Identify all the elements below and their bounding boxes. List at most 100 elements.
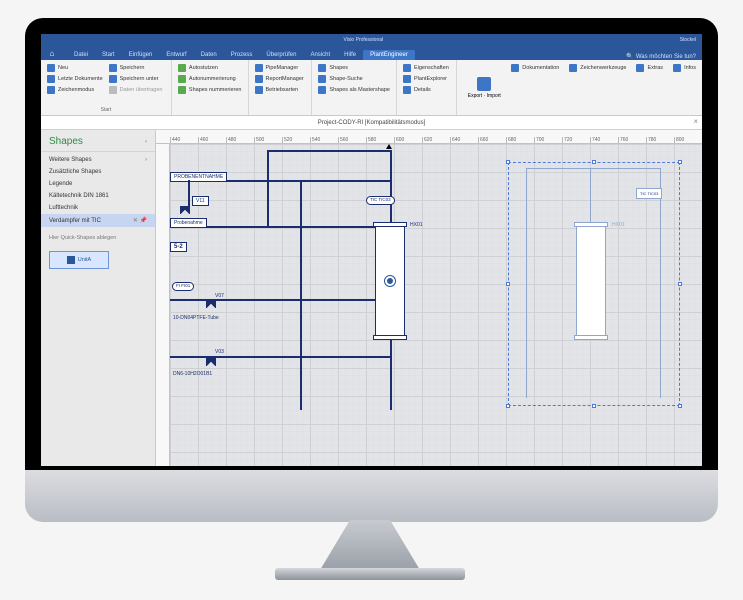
btn-letzte-dokumente[interactable]: Letzte Dokumente [47, 74, 103, 84]
btn-reportmanager[interactable]: ReportManager [255, 74, 304, 84]
btn-autostutzen[interactable]: Autostutzen [178, 63, 242, 73]
btn-plantexplorer[interactable]: PlantExplorer [403, 74, 449, 84]
btn-speichern[interactable]: Speichern [109, 63, 163, 73]
drawing-canvas[interactable]: PROBENENTNAHME V11 Probenahme 5-2 FI FI0… [170, 144, 702, 466]
pipe-line[interactable] [170, 356, 390, 358]
title-user: Stockel [680, 37, 696, 43]
valve-icon[interactable] [206, 300, 216, 308]
selection-handle[interactable] [592, 404, 596, 408]
group-label-start: Start [47, 107, 165, 113]
selection-handle[interactable] [592, 160, 596, 164]
ribbon-group-export: Export · Import Dokumentation Zeichenwer… [457, 60, 702, 115]
tab-start[interactable]: Start [95, 50, 122, 60]
tell-me-search[interactable]: 🔍 Was möchten Sie tun? [626, 53, 696, 60]
tab-entwurf[interactable]: Entwurf [159, 50, 193, 60]
valve-icon[interactable] [206, 358, 216, 366]
file-button-icon[interactable]: ⌂ [45, 46, 59, 60]
export-icon [477, 77, 491, 91]
btn-shapes-als-mastershape[interactable]: Shapes als Mastershape [318, 85, 390, 95]
instrument-tag-tic[interactable]: TIC TIC03 [366, 196, 395, 205]
tab-ueberpruefen[interactable]: Überprüfen [259, 50, 303, 60]
btn-export-import[interactable]: Export · Import [463, 63, 505, 113]
tab-ansicht[interactable]: Ansicht [303, 50, 337, 60]
label-hx01: HX01 [410, 222, 423, 228]
selection-handle[interactable] [678, 282, 682, 286]
btn-zeichenwerkzeuge[interactable]: Zeichenwerkzeuge [569, 63, 626, 73]
quick-shape-unita[interactable]: UnitA [49, 251, 109, 269]
btn-speichern-unter[interactable]: Speichern unter [109, 74, 163, 84]
instrument-tag-tic-selected[interactable]: TIC TIC03 [636, 188, 662, 199]
ribbon: Neu Letzte Dokumente Zeichenmodus Speich… [41, 60, 702, 116]
label-hx01-instance: HX01 [612, 222, 625, 228]
btn-autonummerierung[interactable]: Autonummerierung [178, 74, 242, 84]
stencil-lufttechnik[interactable]: Lufttechnik [41, 202, 155, 214]
btn-dokumentation[interactable]: Dokumentation [511, 63, 559, 73]
btn-zeichenmodus[interactable]: Zeichenmodus [47, 85, 103, 95]
btn-shapes-nummerieren[interactable]: Shapes nummerieren [178, 85, 242, 95]
screen: Visio Professional Stockel ⌂ Datei Start… [41, 34, 702, 466]
label-probenahme[interactable]: Probenahme [170, 218, 207, 228]
monitor-stand [320, 520, 420, 570]
btn-neu[interactable]: Neu [47, 63, 103, 73]
instrument-tag-fi[interactable]: FI FI01 [172, 282, 194, 291]
pipe-line[interactable] [590, 168, 591, 226]
pipe-line[interactable] [300, 180, 302, 410]
label-v03[interactable]: V03 [212, 348, 227, 356]
btn-shapes[interactable]: Shapes [318, 63, 390, 73]
stencil-verdampfer-mit-tic[interactable]: Verdampfer mit TIC✕ 📌 [41, 214, 155, 227]
btn-infos[interactable]: Infos [673, 63, 696, 73]
valve-icon[interactable] [180, 206, 190, 214]
selection-handle[interactable] [506, 160, 510, 164]
pin-icon[interactable]: ✕ 📌 [133, 217, 147, 224]
tab-einfuegen[interactable]: Einfügen [122, 50, 160, 60]
btn-eigenschaften[interactable]: Eigenschaften [403, 63, 449, 73]
pipe-line[interactable] [267, 150, 391, 152]
btn-shape-suche[interactable]: Shape-Suche [318, 74, 390, 84]
pipe-line[interactable] [526, 168, 527, 398]
ribbon-group-eigenschaften: Eigenschaften PlantExplorer Details [397, 60, 457, 115]
tab-datei[interactable]: Datei [67, 50, 95, 60]
pipe-line[interactable] [267, 150, 269, 226]
btn-betriebsarten[interactable]: Betriebsarten [255, 85, 304, 95]
label-v07[interactable]: V07 [212, 292, 227, 300]
label-pipe1: 10-DN04PTFE-Tube [170, 314, 222, 322]
stencil-zusaetzliche-shapes[interactable]: Zusätzliche Shapes [41, 166, 155, 178]
tab-daten[interactable]: Daten [194, 50, 224, 60]
btn-details[interactable]: Details [403, 85, 449, 95]
chevron-left-icon[interactable]: ‹ [145, 139, 147, 145]
tab-hilfe[interactable]: Hilfe [337, 50, 363, 60]
app-title: Visio Professional [47, 37, 680, 43]
btn-daten-uebertragen[interactable]: Daten übertragen [109, 85, 163, 95]
pipe-line[interactable] [170, 299, 390, 301]
stencil-legende[interactable]: Legende [41, 178, 155, 190]
btn-extras[interactable]: Extras [636, 63, 663, 73]
ribbon-group-manager: PipeManager ReportManager Betriebsarten [249, 60, 313, 115]
workspace: Shapes ‹ Weitere Shapes› Zusätzliche Sha… [41, 130, 702, 466]
selection-handle[interactable] [678, 160, 682, 164]
monitor-bezel: Visio Professional Stockel ⌂ Datei Start… [25, 18, 718, 496]
canvas-area: 4404604805005205405605806006206406606807… [156, 130, 702, 466]
heat-exchanger-hx01-instance[interactable] [576, 226, 606, 336]
label-v11[interactable]: V11 [192, 196, 209, 206]
btn-pipemanager[interactable]: PipeManager [255, 63, 304, 73]
label-5-2[interactable]: 5-2 [170, 242, 187, 252]
monitor-foot [275, 568, 465, 580]
heat-exchanger-hx01[interactable] [375, 226, 405, 336]
tab-plantengineer[interactable]: PlantEngineer [363, 50, 415, 60]
close-document-button[interactable]: × [693, 117, 698, 126]
tell-me-placeholder: Was möchten Sie tun? [636, 54, 696, 60]
selection-handle[interactable] [678, 404, 682, 408]
ribbon-group-shapes: Shapes Shape-Suche Shapes als Mastershap… [312, 60, 397, 115]
tab-prozess[interactable]: Prozess [224, 50, 260, 60]
label-probenentnahme[interactable]: PROBENENTNAHME [170, 172, 227, 182]
pipe-line[interactable] [526, 168, 660, 169]
vertical-ruler [156, 144, 170, 466]
pipe-line[interactable] [660, 168, 661, 398]
stencil-weitere-shapes[interactable]: Weitere Shapes› [41, 154, 155, 166]
stencil-kaeltetechnik[interactable]: Kältetechnik DIN 1861 [41, 190, 155, 202]
selection-handle[interactable] [506, 282, 510, 286]
selection-handle[interactable] [506, 404, 510, 408]
shapes-panel: Shapes ‹ Weitere Shapes› Zusätzliche Sha… [41, 130, 156, 466]
label-pipe2: DN6-10H2O01B1 [170, 370, 215, 378]
document-title-bar: Project-CODY-RI [Kompatibilitätsmodus] × [41, 116, 702, 130]
